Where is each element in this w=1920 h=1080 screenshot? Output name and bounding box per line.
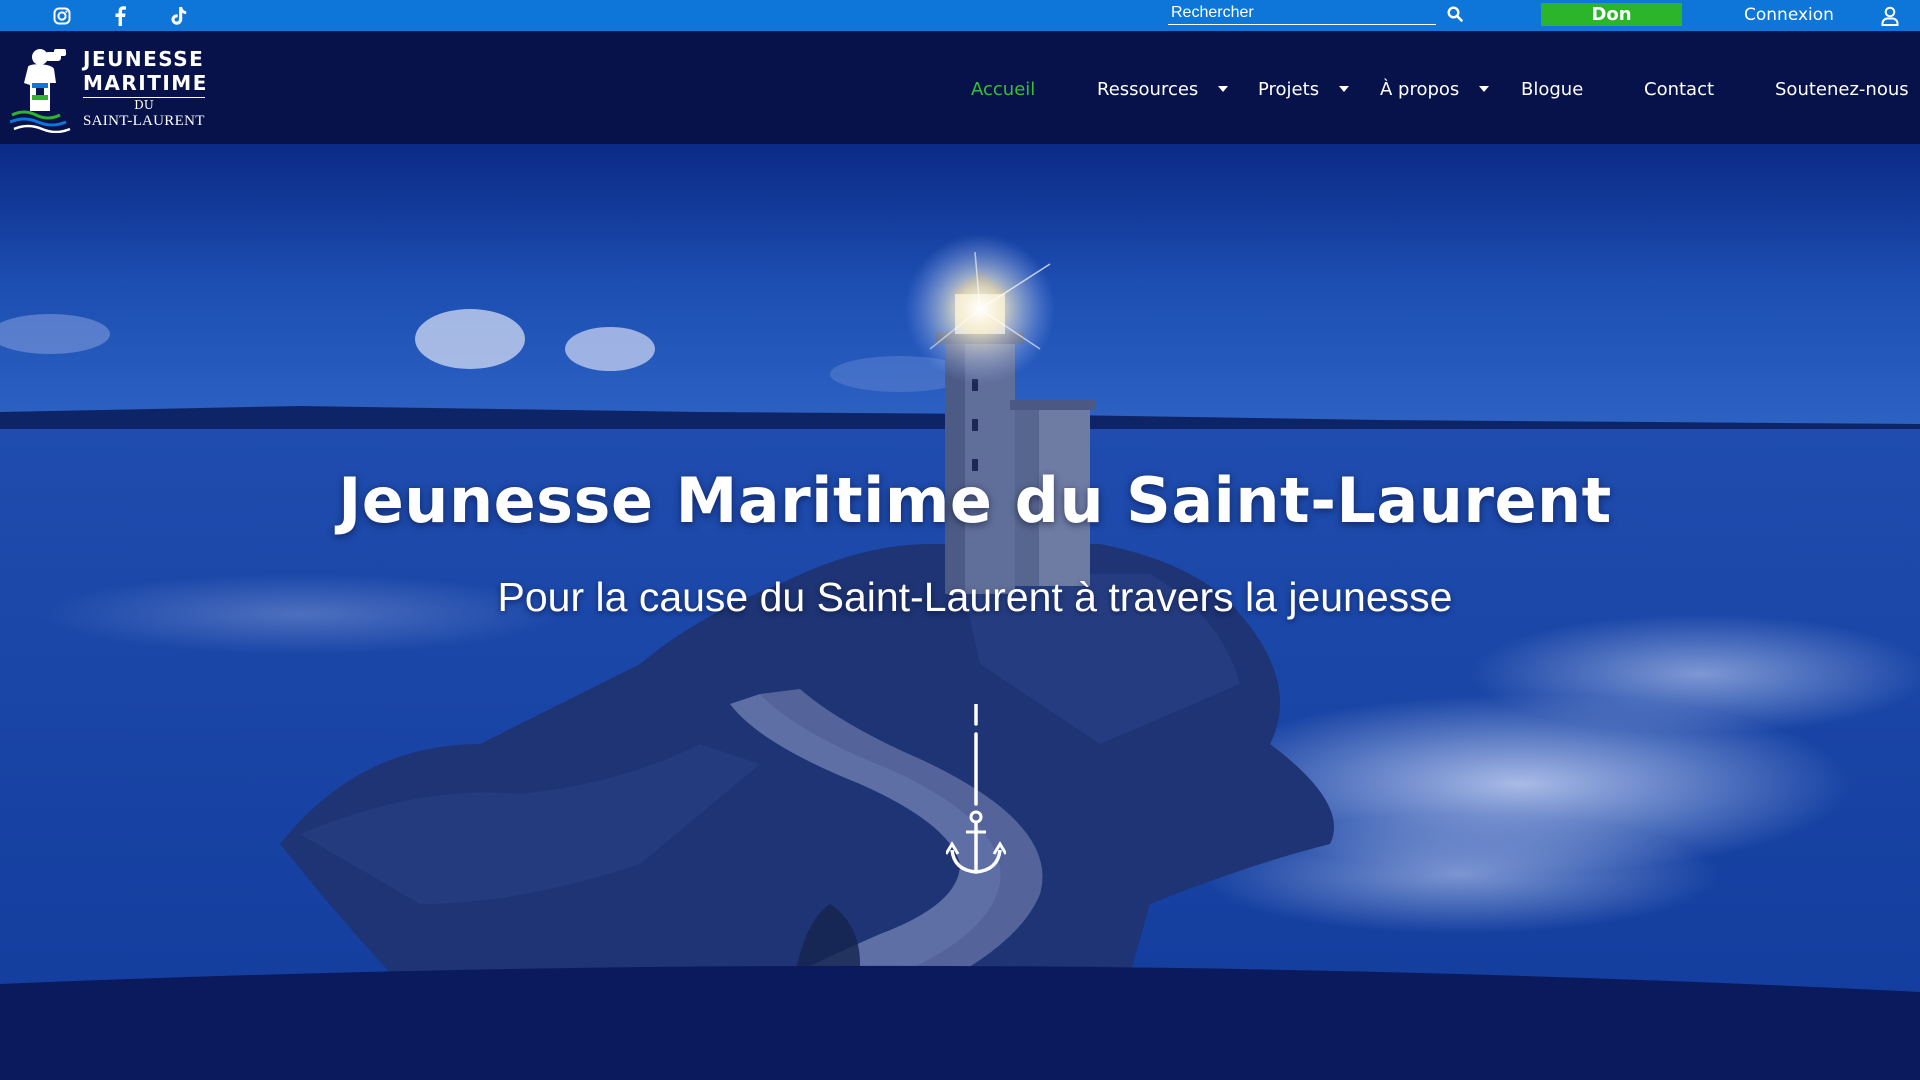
- nav-accueil[interactable]: Accueil: [971, 76, 1035, 102]
- hero-title: Jeunesse Maritime du Saint-Laurent: [338, 464, 1612, 537]
- nav-label: Soutenez-nous: [1775, 78, 1909, 100]
- hero-section: Jeunesse Maritime du Saint-Laurent Pour …: [0, 144, 1920, 1080]
- logo-du: DU: [83, 97, 205, 112]
- nav-a-propos[interactable]: À propos: [1380, 76, 1490, 102]
- top-bar: Don Connexion: [0, 0, 1920, 31]
- logo-line-2: MARITIME: [83, 71, 208, 95]
- nav-label: Ressources: [1097, 78, 1199, 100]
- logo-text: JEUNESSE MARITIME DU SAINT-LAURENT: [83, 47, 208, 130]
- logo-line-1: JEUNESSE: [83, 47, 205, 71]
- nav-projets[interactable]: Projets: [1258, 76, 1350, 102]
- login-link[interactable]: Connexion: [1744, 3, 1834, 27]
- instagram-icon[interactable]: [50, 4, 74, 28]
- nav-label: Projets: [1258, 78, 1320, 100]
- nav-soutenez-nous[interactable]: Soutenez-nous: [1775, 76, 1909, 102]
- search-button[interactable]: [1444, 3, 1466, 25]
- chevron-down-icon: [1479, 86, 1490, 92]
- nav-contact[interactable]: Contact: [1644, 76, 1714, 102]
- nav-blogue[interactable]: Blogue: [1521, 76, 1583, 102]
- main-header: JEUNESSE MARITIME DU SAINT-LAURENT Accue…: [0, 31, 1920, 144]
- user-icon[interactable]: [1878, 4, 1902, 28]
- donate-button[interactable]: Don: [1541, 3, 1682, 26]
- nav-label: Blogue: [1521, 78, 1584, 100]
- chevron-down-icon: [1218, 86, 1229, 92]
- search-field: [1168, 2, 1436, 25]
- hero-subtitle: Pour la cause du Saint-Laurent à travers…: [497, 574, 1453, 620]
- search-icon: [1447, 6, 1463, 22]
- logo-line-3: SAINT-LAURENT: [83, 113, 205, 129]
- tiktok-icon[interactable]: [167, 4, 191, 28]
- site-logo[interactable]: JEUNESSE MARITIME DU SAINT-LAURENT: [10, 43, 210, 133]
- search-input[interactable]: [1168, 2, 1436, 24]
- nav-label: Accueil: [971, 78, 1036, 100]
- nav-label: Contact: [1644, 78, 1715, 100]
- nav-label: À propos: [1380, 78, 1460, 100]
- anchor-icon: [944, 702, 1008, 874]
- facebook-icon[interactable]: [108, 4, 132, 28]
- scroll-down-anchor[interactable]: [944, 702, 1008, 884]
- nav-ressources[interactable]: Ressources: [1097, 76, 1229, 102]
- chevron-down-icon: [1339, 86, 1350, 92]
- lookout-logo-icon: [10, 49, 71, 133]
